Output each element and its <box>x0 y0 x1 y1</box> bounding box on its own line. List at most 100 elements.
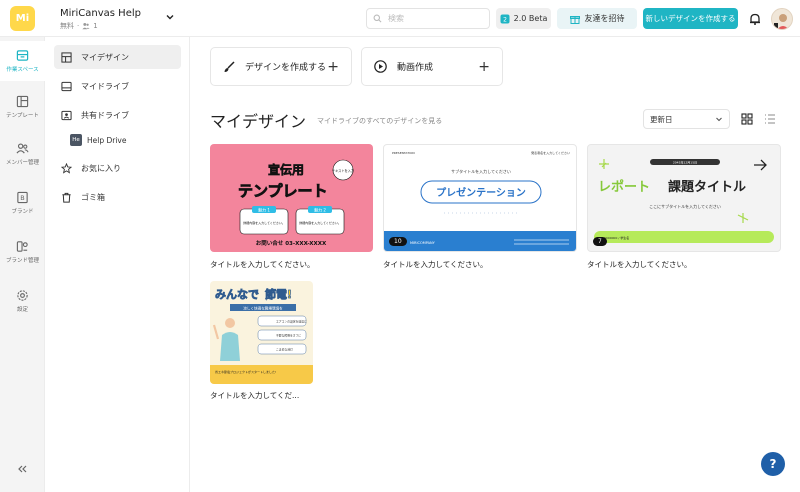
sidebar-item-label: 共有ドライブ <box>81 110 129 120</box>
plus-icon: + <box>478 59 490 75</box>
sort-dropdown[interactable]: 更新日 <box>643 109 730 129</box>
svg-text:こまめな消灯: こまめな消灯 <box>276 348 293 352</box>
brand-icon: B <box>17 191 28 204</box>
avatar-image <box>774 14 789 29</box>
sidebar-item-my-drive[interactable]: マイドライブ <box>54 74 181 98</box>
user-avatar[interactable] <box>771 8 793 30</box>
svg-text:みんなで: みんなで <box>215 288 259 301</box>
rail-label: 作業スペース <box>6 67 39 73</box>
beta-label: 2.0 Beta <box>513 14 548 23</box>
svg-text:レポート: レポート <box>598 179 650 195</box>
rail-item-template[interactable]: テンプレート <box>0 87 45 127</box>
plus-icon: + <box>327 59 339 75</box>
design-preview: 宣伝用 テンプレート テキストを入力 魅力 1 詳細内容を入力してください。 魅… <box>238 159 354 247</box>
search-input[interactable] <box>388 14 478 23</box>
help-button[interactable]: ? <box>761 452 785 476</box>
design-title[interactable]: タイトルを入力してください。 <box>210 259 315 270</box>
svg-text:プレゼンテーション: プレゼンテーション <box>436 186 526 199</box>
top-header: Mi MiriCanvas Help 無料 · 1 2 2.0 Beta 友達を… <box>0 0 800 37</box>
beta-icon: 2 <box>500 14 510 23</box>
sidebar-item-label: ゴミ箱 <box>81 192 105 202</box>
design-thumbnail[interactable]: 2045年12月15日 レポート 課題タイトル ここにサブタイトルを入力してくだ… <box>587 144 781 252</box>
svg-text:詳細内容を入力してください。: 詳細内容を入力してください。 <box>243 220 285 225</box>
collapse-icon[interactable] <box>15 462 29 476</box>
page-title: マイデザイン <box>210 112 307 131</box>
rail-item-settings[interactable]: 設定 <box>0 281 45 321</box>
svg-text:不要な照明をオフに: 不要な照明をオフに <box>276 334 301 338</box>
design-title[interactable]: タイトルを入力してくだ... <box>210 390 299 401</box>
svg-text:テンプレート: テンプレート <box>238 182 328 200</box>
left-rail: 作業スペース テンプレート メンバー管理 B ブランド ブランド管理 設定 <box>0 37 45 492</box>
workspace-plan-info: 無料 · 1 <box>60 22 98 30</box>
svg-text:エアコンの設定を適温に: エアコンの設定を適温に <box>276 320 307 324</box>
rail-label: テンプレート <box>6 113 39 119</box>
drive-icon <box>61 81 72 91</box>
sidebar-item-shared-drive[interactable]: 共有ドライブ <box>54 103 181 127</box>
design-preview: 2045年12月15日 レポート 課題タイトル ここにサブタイトルを入力してくだ… <box>594 159 774 243</box>
invite-label: 友達を招待 <box>584 14 625 23</box>
rail-label: ブランド管理 <box>5 258 39 264</box>
new-design-button[interactable]: 新しいデザインを作成する <box>643 8 738 29</box>
design-thumbnail[interactable]: PRESENTATION 発表者名を入力してください サブタイトルを入力してくだ… <box>383 144 577 252</box>
beta-button[interactable]: 2 2.0 Beta <box>496 8 551 29</box>
search-box[interactable] <box>366 8 490 29</box>
sidebar-item-favorites[interactable]: お気に入り <box>54 156 181 180</box>
member-icon <box>82 22 90 30</box>
bell-icon[interactable] <box>748 12 762 26</box>
rail-item-brand-manage[interactable]: ブランド管理 <box>0 232 45 272</box>
grid-icon <box>61 51 72 63</box>
svg-text:詳細内容を入力してください。: 詳細内容を入力してください。 <box>299 220 341 225</box>
create-video-card[interactable]: 動画作成 + <box>361 47 503 86</box>
invite-friends-button[interactable]: 友達を招待 <box>557 8 637 29</box>
svg-text:発表者名を入力してください: 発表者名を入力してください <box>531 150 570 155</box>
svg-text:B: B <box>20 194 24 202</box>
brush-icon <box>224 60 235 72</box>
rail-label: ブランド <box>11 209 34 215</box>
svg-text:2: 2 <box>503 16 507 23</box>
svg-text:ここにサブタイトルを入力してください: ここにサブタイトルを入力してください <box>649 203 721 209</box>
grid-view-icon[interactable] <box>741 113 753 125</box>
rail-item-brand[interactable]: B ブランド <box>0 183 45 223</box>
settings-icon <box>17 290 28 301</box>
chevron-down-icon <box>716 117 722 122</box>
workspace-name[interactable]: MiriCanvas Help <box>60 8 141 19</box>
sidebar-item-help-drive[interactable]: He Help Drive <box>70 134 126 146</box>
app-logo[interactable]: Mi <box>10 6 35 31</box>
gift-icon <box>569 15 580 24</box>
svg-text:涼しく快適な職場環境を: 涼しく快適な職場環境を <box>243 305 283 310</box>
svg-text:サブタイトルを入力してください: サブタイトルを入力してください <box>451 168 511 174</box>
create-design-card[interactable]: デザインを作成する + <box>210 47 352 86</box>
sidebar-item-label: お気に入り <box>81 163 121 173</box>
play-icon <box>374 60 387 73</box>
list-view-icon[interactable] <box>764 113 776 125</box>
sidebar-item-trash[interactable]: ゴミ箱 <box>54 185 181 209</box>
svg-text:節電!: 節電! <box>265 287 292 301</box>
sort-label: 更新日 <box>650 114 673 124</box>
sidebar-item-label: マイドライブ <box>81 81 129 91</box>
rail-item-members[interactable]: メンバー管理 <box>0 134 45 174</box>
main-content: デザインを作成する + 動画作成 + マイデザイン マイドライブのすべてのデザイ… <box>190 37 800 492</box>
rail-item-workspace[interactable]: 作業スペース <box>0 41 45 81</box>
trash-icon <box>62 192 71 203</box>
star-icon <box>61 162 72 174</box>
design-title[interactable]: タイトルを入力してください。 <box>587 259 692 270</box>
svg-text:お問い合せ 03-XXX-XXXX: お問い合せ 03-XXX-XXXX <box>256 239 327 247</box>
page-count-badge: 10 <box>389 237 407 246</box>
chevron-down-icon[interactable] <box>164 11 176 23</box>
svg-text:魅力 1: 魅力 1 <box>258 207 270 213</box>
drive-badge: He <box>70 134 82 146</box>
sidebar-item-label: Help Drive <box>87 135 127 145</box>
rail-label: 設定 <box>16 307 28 313</box>
svg-text:MIRICOMPANY: MIRICOMPANY <box>410 241 436 245</box>
svg-text:テキストを入力: テキストを入力 <box>332 168 354 173</box>
svg-text:PRESENTATION: PRESENTATION <box>392 151 415 155</box>
design-thumbnail[interactable]: みんなで 節電! 涼しく快適な職場環境を エアコンの設定を適温に 不要な照明をオ… <box>210 281 313 384</box>
design-title[interactable]: タイトルを入力してください。 <box>383 259 488 270</box>
design-preview: PRESENTATION 発表者名を入力してください サブタイトルを入力してくだ… <box>384 150 576 251</box>
svg-text:2045年12月15日: 2045年12月15日 <box>673 160 697 165</box>
design-thumbnail[interactable]: 宣伝用 テンプレート テキストを入力 魅力 1 詳細内容を入力してください。 魅… <box>210 144 373 252</box>
sidebar-item-label: マイデザイン <box>81 52 129 62</box>
sidebar-item-my-design[interactable]: マイデザイン <box>54 45 181 69</box>
sidebar: マイデザイン マイドライブ 共有ドライブ He Help Drive お気に入り… <box>45 37 190 492</box>
create-video-label: 動画作成 <box>397 63 434 73</box>
